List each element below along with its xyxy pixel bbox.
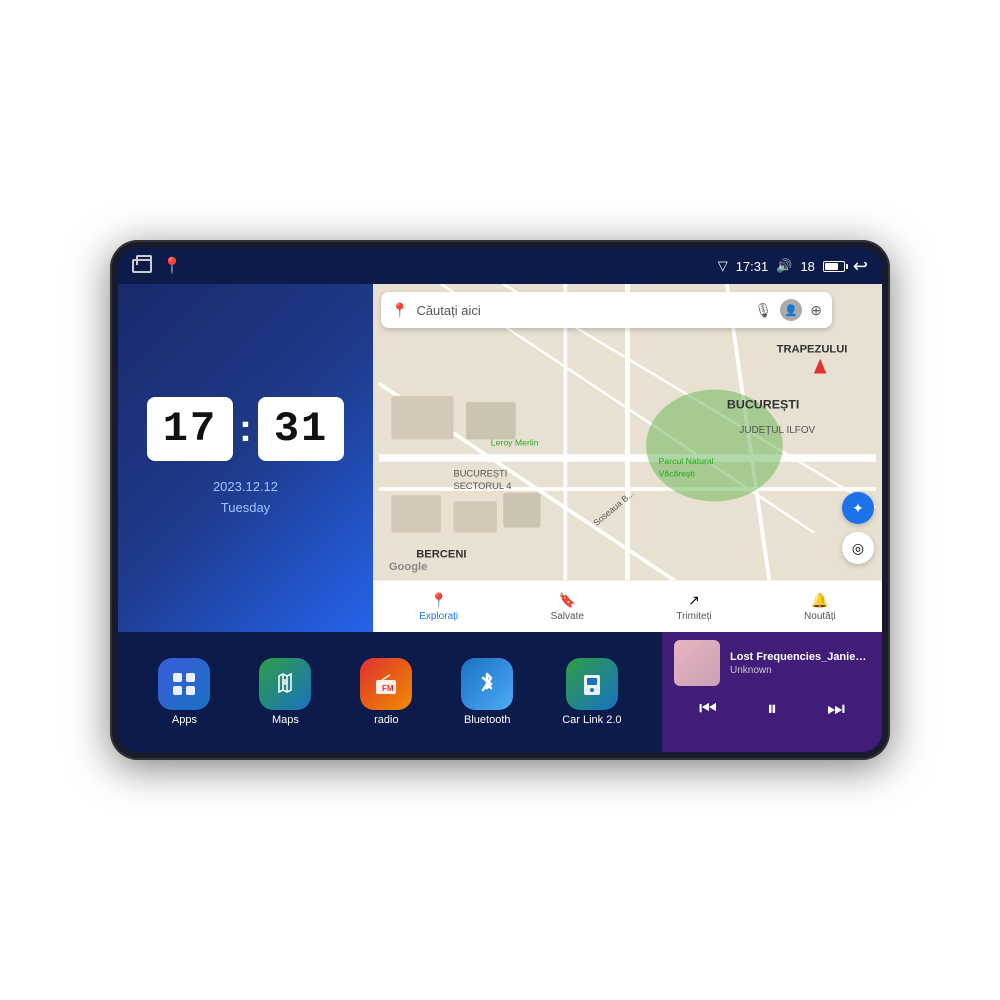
back-icon[interactable]: ↩ [853,256,868,277]
map-nav-news[interactable]: 🔔 Noutăți [804,592,836,622]
map-nav-news-icon: 🔔 [811,592,828,609]
signal-strength: 18 [800,259,814,274]
status-left: 📍 [132,256,182,276]
svg-text:Parcul Natural: Parcul Natural [659,456,714,466]
svg-text:BERCENI: BERCENI [416,548,466,560]
music-prev-button[interactable]: ⏮ [691,694,725,725]
app-item-maps[interactable]: Maps [259,658,311,726]
music-top: Lost Frequencies_Janieck Devy-... Unknow… [674,640,870,686]
battery-icon [823,261,845,272]
map-nav-send[interactable]: ↗ Trimiteți [676,592,711,622]
app-label-bluetooth: Bluetooth [464,714,510,726]
svg-text:BUCUREȘTI: BUCUREȘTI [727,397,799,411]
map-nav-explore-label: Explorați [419,611,458,622]
app-label-maps: Maps [272,714,299,726]
app-label-radio: radio [374,714,398,726]
svg-text:FM: FM [382,684,394,693]
map-bottom-nav: 📍 Explorați 🔖 Salvate ↗ Trimiteți 🔔 [373,580,882,632]
signal-icon: ▽ [718,258,728,274]
radio-icon: FM [360,658,412,710]
map-location-button[interactable]: ◎ [842,532,874,564]
music-controls: ⏮ ⏸ ⏭ [674,694,870,725]
music-title: Lost Frequencies_Janieck Devy-... [730,651,870,663]
svg-text:Leroy Merlin: Leroy Merlin [491,438,539,448]
clock-hours: 17 [163,405,217,453]
map-nav-saved[interactable]: 🔖 Salvate [551,592,584,622]
top-section: 17 : 31 2023.12.12 Tuesday [118,284,882,632]
app-item-radio[interactable]: FM radio [360,658,412,726]
clock-minutes-block: 31 [258,397,344,461]
map-nav-news-label: Noutăți [804,611,836,622]
map-search-pin-icon: 📍 [391,302,408,319]
map-compass-button[interactable]: ✦ [842,492,874,524]
music-info: Lost Frequencies_Janieck Devy-... Unknow… [730,651,870,676]
clock-date: 2023.12.12 Tuesday [213,477,278,519]
map-nav-send-icon: ↗ [688,592,700,609]
app-label-carlink: Car Link 2.0 [562,714,621,726]
maps-icon [259,658,311,710]
volume-icon: 🔊 [776,258,792,274]
svg-text:JUDEȚUL ILFOV: JUDEȚUL ILFOV [739,425,815,436]
music-play-button[interactable]: ⏸ [759,694,785,725]
time-display: 17:31 [736,259,769,274]
bluetooth-icon [461,658,513,710]
main-content: 17 : 31 2023.12.12 Tuesday [118,284,882,752]
device-screen: 📍 ▽ 17:31 🔊 18 ↩ 17 [118,248,882,752]
app-item-carlink[interactable]: Car Link 2.0 [562,658,621,726]
device-frame: 📍 ▽ 17:31 🔊 18 ↩ 17 [110,240,890,760]
map-panel[interactable]: TRAPEZULUI BUCUREȘTI JUDEȚUL ILFOV BERCE… [373,284,882,632]
svg-text:BUCUREȘTI: BUCUREȘTI [454,469,508,479]
apps-panel: Apps Maps [118,632,662,752]
map-search-bar[interactable]: 📍 Căutați aici 🎙 👤 ⊕ [381,292,832,328]
svg-text:Google: Google [389,561,427,573]
svg-text:TRAPEZULUI: TRAPEZULUI [777,343,848,355]
status-bar: 📍 ▽ 17:31 🔊 18 ↩ [118,248,882,284]
apps-icon [158,658,210,710]
map-voice-icon[interactable]: 🎙 [754,302,772,319]
map-nav-send-label: Trimiteți [676,611,711,622]
clock-display: 17 : 31 [147,397,345,461]
carlink-icon [566,658,618,710]
map-nav-explore-icon: 📍 [430,592,447,609]
music-thumb-image [674,640,720,686]
clock-minutes: 31 [274,405,328,453]
map-user-avatar[interactable]: 👤 [780,299,802,321]
map-nav-saved-label: Salvate [551,611,584,622]
clock-hours-block: 17 [147,397,233,461]
music-panel: Lost Frequencies_Janieck Devy-... Unknow… [662,632,882,752]
svg-text:SECTORUL 4: SECTORUL 4 [454,481,512,491]
app-item-apps[interactable]: Apps [158,658,210,726]
music-artist: Unknown [730,665,870,676]
map-nav-explore[interactable]: 📍 Explorați [419,592,458,622]
clock-panel: 17 : 31 2023.12.12 Tuesday [118,284,373,632]
maps-pin-icon[interactable]: 📍 [162,256,182,276]
status-right: ▽ 17:31 🔊 18 ↩ [718,256,868,277]
clock-separator: : [239,408,252,451]
bottom-section: Apps Maps [118,632,882,752]
app-label-apps: Apps [172,714,197,726]
app-item-bluetooth[interactable]: Bluetooth [461,658,513,726]
home-icon[interactable] [132,259,152,273]
svg-text:Văcărești: Văcărești [659,469,695,479]
music-next-button[interactable]: ⏭ [819,694,853,725]
map-nav-saved-icon: 🔖 [559,592,576,609]
map-layers-icon[interactable]: ⊕ [810,302,822,319]
music-thumbnail [674,640,720,686]
map-search-text[interactable]: Căutați aici [416,303,746,318]
